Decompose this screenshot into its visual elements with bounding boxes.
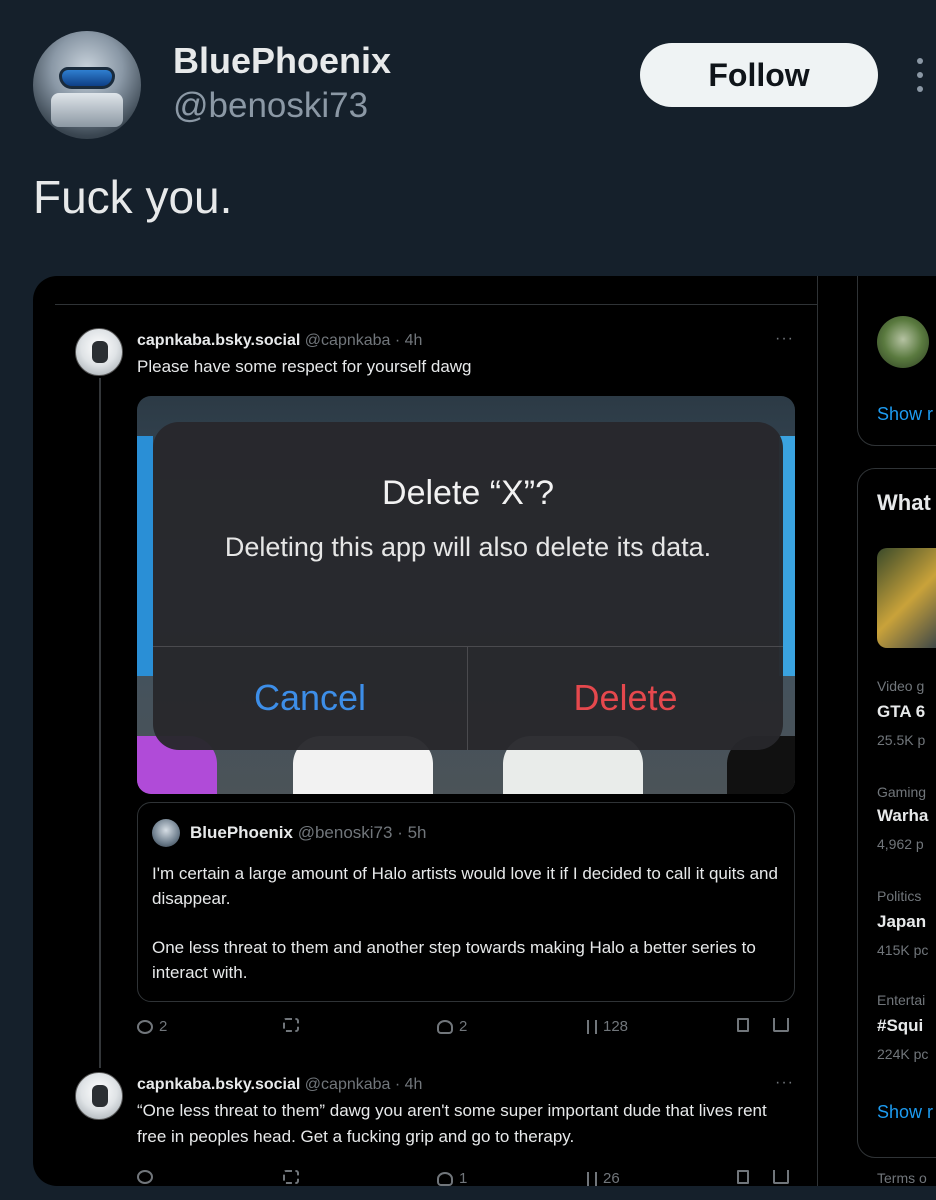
reply-author: capnkaba.bsky.social @capnkaba · 4h bbox=[137, 332, 422, 350]
author-display-name[interactable]: BluePhoenix bbox=[173, 40, 391, 82]
quoted-paragraph: I'm certain a large amount of Halo artis… bbox=[152, 864, 778, 908]
trend-category: Gaming bbox=[877, 784, 927, 800]
repost-action bbox=[283, 1170, 299, 1184]
trend-count: 4,962 p bbox=[877, 836, 924, 852]
dialog-cancel-button: Cancel bbox=[253, 677, 367, 718]
dialog-title: Delete “X”? bbox=[382, 474, 554, 512]
reply-avatar bbox=[75, 328, 123, 376]
attached-screenshot[interactable]: capnkaba.bsky.social @capnkaba · 4h ··· … bbox=[33, 276, 936, 1186]
trend-name: #Squi bbox=[877, 1016, 924, 1035]
views-count: 128 bbox=[603, 1018, 629, 1035]
like-count: 2 bbox=[459, 1018, 468, 1035]
terms-link: Terms o bbox=[877, 1170, 927, 1186]
bookmark-icon bbox=[737, 1018, 749, 1032]
post-text: Fuck you. bbox=[33, 171, 233, 223]
quoted-avatar bbox=[152, 819, 180, 847]
quoted-paragraph: One less threat to them and another step… bbox=[152, 938, 756, 982]
quoted-meta: @benoski73 · 5h bbox=[297, 823, 427, 842]
whats-happening-heading: What bbox=[877, 490, 931, 515]
reply-icon bbox=[137, 1019, 153, 1034]
column-divider bbox=[817, 276, 818, 1186]
trend-name: Japan bbox=[877, 912, 927, 931]
like-action: 1 bbox=[437, 1170, 467, 1186]
share-action bbox=[773, 1018, 789, 1032]
more-options-icon[interactable] bbox=[914, 58, 926, 92]
like-count: 1 bbox=[459, 1170, 468, 1186]
bookmark-action bbox=[737, 1018, 749, 1032]
bookmark-icon bbox=[737, 1170, 749, 1184]
reply-avatar bbox=[75, 1072, 123, 1120]
follow-button[interactable]: Follow bbox=[640, 43, 878, 107]
helmet-plate bbox=[51, 93, 123, 127]
like-action: 2 bbox=[437, 1018, 467, 1035]
helmet-visor bbox=[59, 67, 115, 89]
reply-action bbox=[137, 1170, 153, 1184]
share-icon bbox=[773, 1018, 789, 1032]
trend-count: 415K pc bbox=[877, 942, 929, 958]
views-icon bbox=[587, 1171, 597, 1186]
suggested-avatar bbox=[877, 316, 929, 368]
repost-icon bbox=[283, 1018, 299, 1032]
reply-author: capnkaba.bsky.social @capnkaba · 4h bbox=[137, 1076, 422, 1094]
quoted-author: BluePhoenix @benoski73 · 5h bbox=[190, 823, 426, 843]
author-avatar[interactable] bbox=[33, 31, 141, 139]
thread-connector bbox=[99, 378, 101, 1068]
reply-actions: 1 26 bbox=[137, 1170, 797, 1186]
quoted-post: BluePhoenix @benoski73 · 5h I'm certain … bbox=[137, 802, 795, 1002]
reply-image: Delete “X”? Deleting this app will also … bbox=[137, 396, 795, 794]
reply-author-name: capnkaba.bsky.social bbox=[137, 332, 301, 349]
reply-icon bbox=[137, 1170, 153, 1184]
views-action: 128 bbox=[587, 1018, 628, 1035]
reply-text: “One less threat to them” dawg you aren'… bbox=[137, 1101, 767, 1146]
reply-more-icon: ··· bbox=[775, 330, 794, 347]
heart-icon bbox=[437, 1171, 453, 1186]
quoted-author-name: BluePhoenix bbox=[190, 823, 293, 842]
show-more-link: Show r bbox=[877, 404, 934, 424]
bookmark-action bbox=[737, 1170, 749, 1184]
views-action: 26 bbox=[587, 1170, 620, 1186]
trend-count: 224K pc bbox=[877, 1046, 929, 1062]
show-more-link: Show r bbox=[877, 1102, 934, 1122]
views-count: 26 bbox=[603, 1170, 620, 1186]
dialog-body: Deleting this app will also delete its d… bbox=[224, 532, 712, 562]
repost-action bbox=[283, 1018, 299, 1032]
trend-image bbox=[877, 548, 936, 648]
reply-action: 2 bbox=[137, 1018, 167, 1035]
reply-count: 2 bbox=[159, 1018, 168, 1035]
reply-text: Please have some respect for yourself da… bbox=[137, 357, 472, 376]
trend-category: Video g bbox=[877, 678, 925, 694]
author-handle[interactable]: @benoski73 bbox=[173, 86, 368, 126]
divider bbox=[55, 304, 817, 305]
reply-meta: @capnkaba · 4h bbox=[304, 1076, 423, 1093]
heart-icon bbox=[437, 1019, 453, 1034]
views-icon bbox=[587, 1019, 597, 1034]
trend-count: 25.5K p bbox=[877, 732, 926, 748]
trend-category: Politics bbox=[877, 888, 922, 904]
quoted-text: I'm certain a large amount of Halo artis… bbox=[152, 861, 782, 985]
reply-actions: 2 2 128 bbox=[137, 1018, 797, 1042]
reply-meta: @capnkaba · 4h bbox=[304, 332, 423, 349]
share-icon bbox=[773, 1170, 789, 1184]
trend-name: Warha bbox=[877, 806, 929, 825]
reply-author-name: capnkaba.bsky.social bbox=[137, 1076, 301, 1093]
share-action bbox=[773, 1170, 789, 1184]
app-strip-left bbox=[137, 436, 153, 676]
delete-app-dialog: Delete “X”? Deleting this app will also … bbox=[153, 422, 783, 750]
trend-name: GTA 6 bbox=[877, 702, 926, 721]
reply-more-icon: ··· bbox=[775, 1074, 794, 1091]
dialog-delete-button: Delete bbox=[573, 677, 678, 718]
trend-category: Entertai bbox=[877, 992, 926, 1008]
repost-icon bbox=[283, 1170, 299, 1184]
